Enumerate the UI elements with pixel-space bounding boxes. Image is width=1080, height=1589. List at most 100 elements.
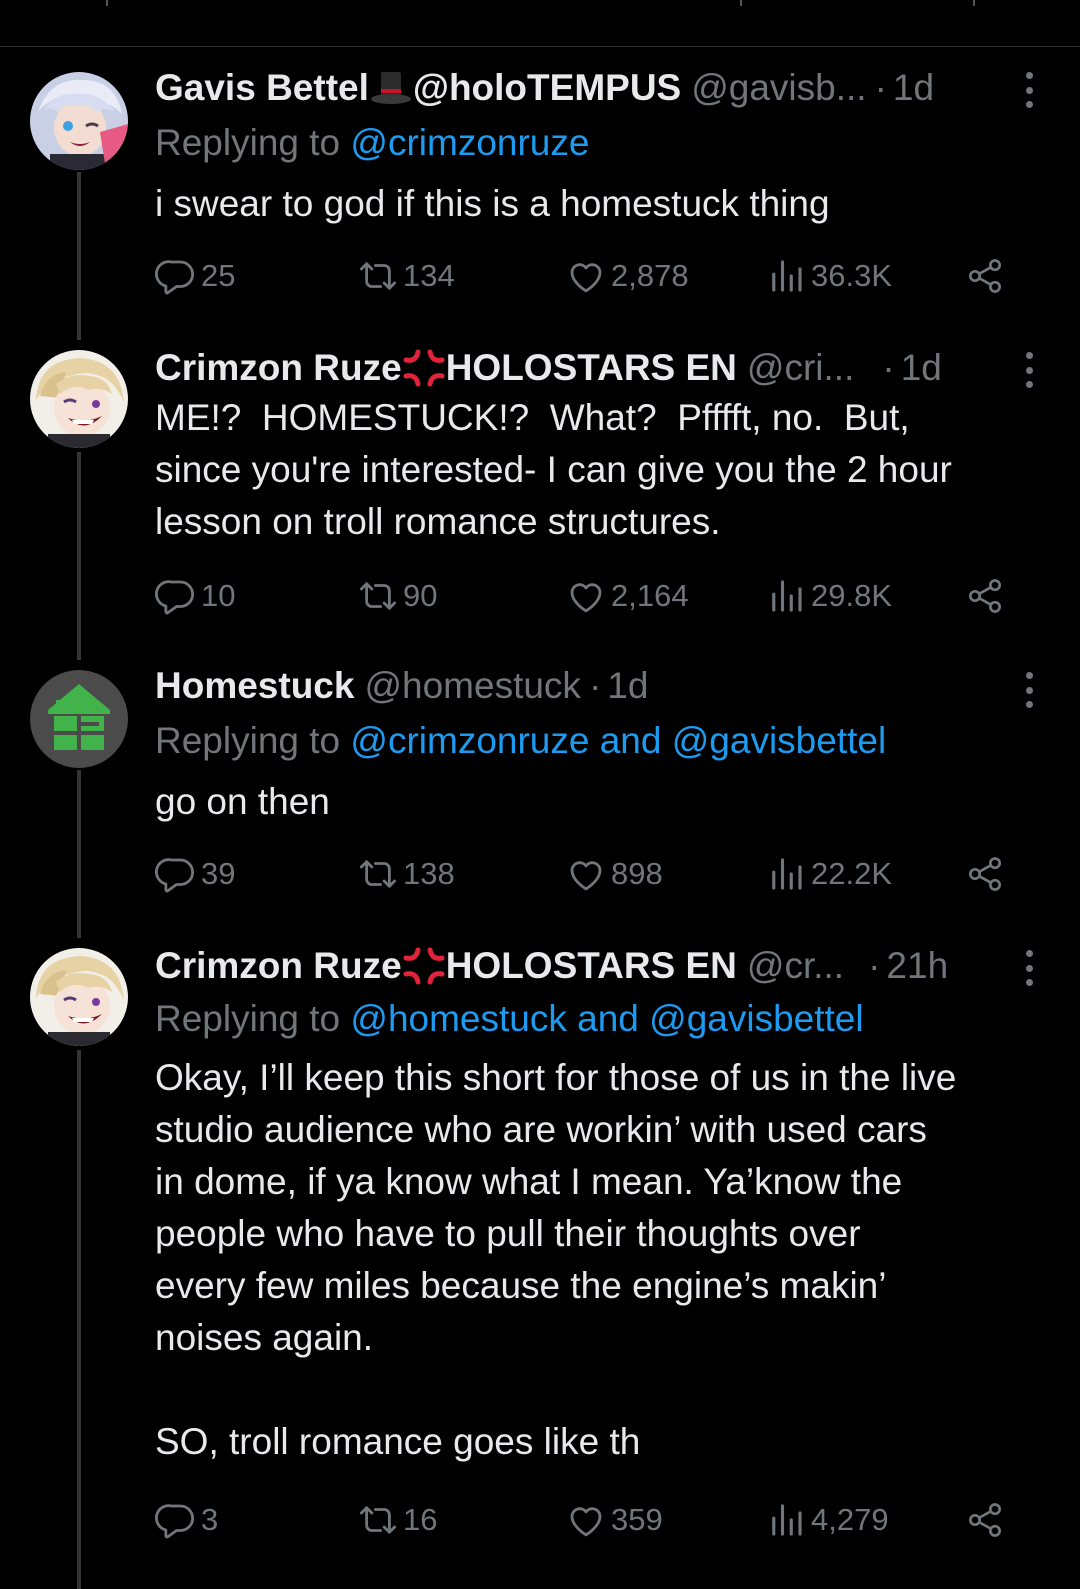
action-bar: 3 16 359 4,279 bbox=[155, 1498, 1035, 1542]
repost-count: 138 bbox=[403, 856, 455, 891]
views-button[interactable]: 29.8K bbox=[765, 574, 892, 618]
user-handle[interactable]: @cri... bbox=[747, 347, 854, 389]
thread-line bbox=[77, 770, 81, 938]
display-name[interactable]: Homestuck bbox=[155, 665, 354, 707]
mention-link[interactable]: @homestuck and @gavisbettel bbox=[350, 998, 863, 1039]
timestamp[interactable]: 21h bbox=[886, 945, 948, 987]
repost-button[interactable]: 90 bbox=[357, 574, 437, 618]
share-button[interactable] bbox=[965, 574, 1005, 618]
thread-line bbox=[77, 452, 81, 660]
repost-button[interactable]: 16 bbox=[357, 1498, 437, 1542]
avatar[interactable] bbox=[30, 670, 128, 768]
mention-link[interactable]: @crimzonruze bbox=[350, 122, 589, 163]
user-handle[interactable]: @homestuck bbox=[364, 665, 580, 707]
reply-count: 10 bbox=[201, 578, 236, 613]
tweet-text: go on then bbox=[155, 781, 330, 822]
display-name-suffix[interactable]: @holoTEMPUS bbox=[413, 67, 681, 109]
reply-icon bbox=[155, 255, 197, 297]
action-bar: 25 134 2,878 36.3K bbox=[155, 254, 1035, 298]
views-button[interactable]: 36.3K bbox=[765, 254, 892, 298]
reply-count: 3 bbox=[201, 1502, 219, 1537]
view-count: 4,279 bbox=[811, 1502, 889, 1537]
replying-to-prefix: Replying to bbox=[155, 998, 351, 1039]
thread-line bbox=[77, 172, 81, 340]
top-hat-emoji bbox=[369, 68, 413, 108]
like-count: 359 bbox=[611, 1502, 663, 1537]
repost-count: 134 bbox=[403, 258, 455, 293]
avatar[interactable] bbox=[30, 948, 128, 1046]
display-name[interactable]: Gavis Bettel bbox=[155, 67, 369, 109]
repost-button[interactable]: 138 bbox=[357, 852, 455, 896]
tweet-text: Okay, I’ll keep this short for those of … bbox=[155, 1057, 957, 1462]
timestamp[interactable]: 1d bbox=[893, 67, 934, 109]
repost-icon bbox=[357, 255, 399, 297]
avatar[interactable] bbox=[30, 350, 128, 448]
more-options-icon[interactable] bbox=[1024, 950, 1034, 986]
views-icon bbox=[765, 575, 807, 617]
separator-dot: · bbox=[882, 347, 895, 388]
top-tab-marker bbox=[740, 0, 742, 6]
repost-count: 16 bbox=[403, 1502, 438, 1537]
reply-button[interactable]: 10 bbox=[155, 574, 235, 618]
heart-icon bbox=[565, 1499, 607, 1541]
replying-to: Replying to @crimzonruze bbox=[155, 122, 589, 164]
view-count: 36.3K bbox=[811, 258, 893, 293]
replying-to-prefix: Replying to bbox=[155, 122, 351, 163]
like-count: 2,164 bbox=[611, 578, 689, 613]
separator-dot: · bbox=[874, 67, 887, 108]
share-icon bbox=[965, 1500, 1005, 1540]
avatar[interactable] bbox=[30, 72, 128, 170]
replying-to: Replying to @homestuck and @gavisbettel bbox=[155, 998, 864, 1040]
separator-dot: · bbox=[588, 665, 602, 706]
thread-line bbox=[77, 1050, 81, 1589]
share-button[interactable] bbox=[965, 852, 1005, 896]
tweet-text: ME!? HOMESTUCK!? What? Pfffft, no. But, … bbox=[155, 397, 952, 542]
more-options-icon[interactable] bbox=[1024, 352, 1034, 388]
heart-icon bbox=[565, 255, 607, 297]
replying-to: Replying to @crimzonruze and @gavisbette… bbox=[155, 720, 886, 762]
reply-icon bbox=[155, 575, 197, 617]
display-name[interactable]: Crimzon Ruze bbox=[155, 347, 402, 389]
reply-button[interactable]: 3 bbox=[155, 1498, 218, 1542]
repost-icon bbox=[357, 853, 399, 895]
timestamp[interactable]: 1d bbox=[607, 665, 648, 707]
reply-count: 25 bbox=[201, 258, 236, 293]
anger-emoji bbox=[402, 348, 446, 388]
timestamp[interactable]: 1d bbox=[901, 347, 942, 389]
more-options-icon[interactable] bbox=[1024, 672, 1034, 708]
user-handle[interactable]: @cr... bbox=[747, 945, 844, 987]
share-icon bbox=[965, 576, 1005, 616]
reply-count: 39 bbox=[201, 856, 236, 891]
like-button[interactable]: 2,878 bbox=[565, 254, 689, 298]
user-handle[interactable]: @gavisb... bbox=[691, 67, 866, 109]
views-button[interactable]: 22.2K bbox=[765, 852, 892, 896]
views-icon bbox=[765, 853, 807, 895]
reply-button[interactable]: 25 bbox=[155, 254, 235, 298]
reply-icon bbox=[155, 1499, 197, 1541]
repost-icon bbox=[357, 1499, 399, 1541]
like-count: 2,878 bbox=[611, 258, 689, 293]
views-icon bbox=[765, 1499, 807, 1541]
like-button[interactable]: 898 bbox=[565, 852, 663, 896]
share-button[interactable] bbox=[965, 254, 1005, 298]
like-button[interactable]: 2,164 bbox=[565, 574, 689, 618]
reply-icon bbox=[155, 853, 197, 895]
repost-button[interactable]: 134 bbox=[357, 254, 455, 298]
display-name[interactable]: Crimzon Ruze bbox=[155, 945, 402, 987]
view-count: 22.2K bbox=[811, 856, 893, 891]
more-options-icon[interactable] bbox=[1024, 72, 1034, 108]
reply-button[interactable]: 39 bbox=[155, 852, 235, 896]
anger-emoji bbox=[402, 946, 446, 986]
action-bar: 39 138 898 22.2K bbox=[155, 852, 1035, 896]
like-button[interactable]: 359 bbox=[565, 1498, 663, 1542]
views-button[interactable]: 4,279 bbox=[765, 1498, 889, 1542]
repost-icon bbox=[357, 575, 399, 617]
action-bar: 10 90 2,164 29.8K bbox=[155, 574, 1035, 618]
like-count: 898 bbox=[611, 856, 663, 891]
heart-icon bbox=[565, 575, 607, 617]
views-icon bbox=[765, 255, 807, 297]
display-name-suffix[interactable]: HOLOSTARS EN bbox=[446, 347, 737, 389]
share-button[interactable] bbox=[965, 1498, 1005, 1542]
mention-link[interactable]: @crimzonruze and @gavisbettel bbox=[350, 720, 886, 761]
display-name-suffix[interactable]: HOLOSTARS EN bbox=[446, 945, 737, 987]
